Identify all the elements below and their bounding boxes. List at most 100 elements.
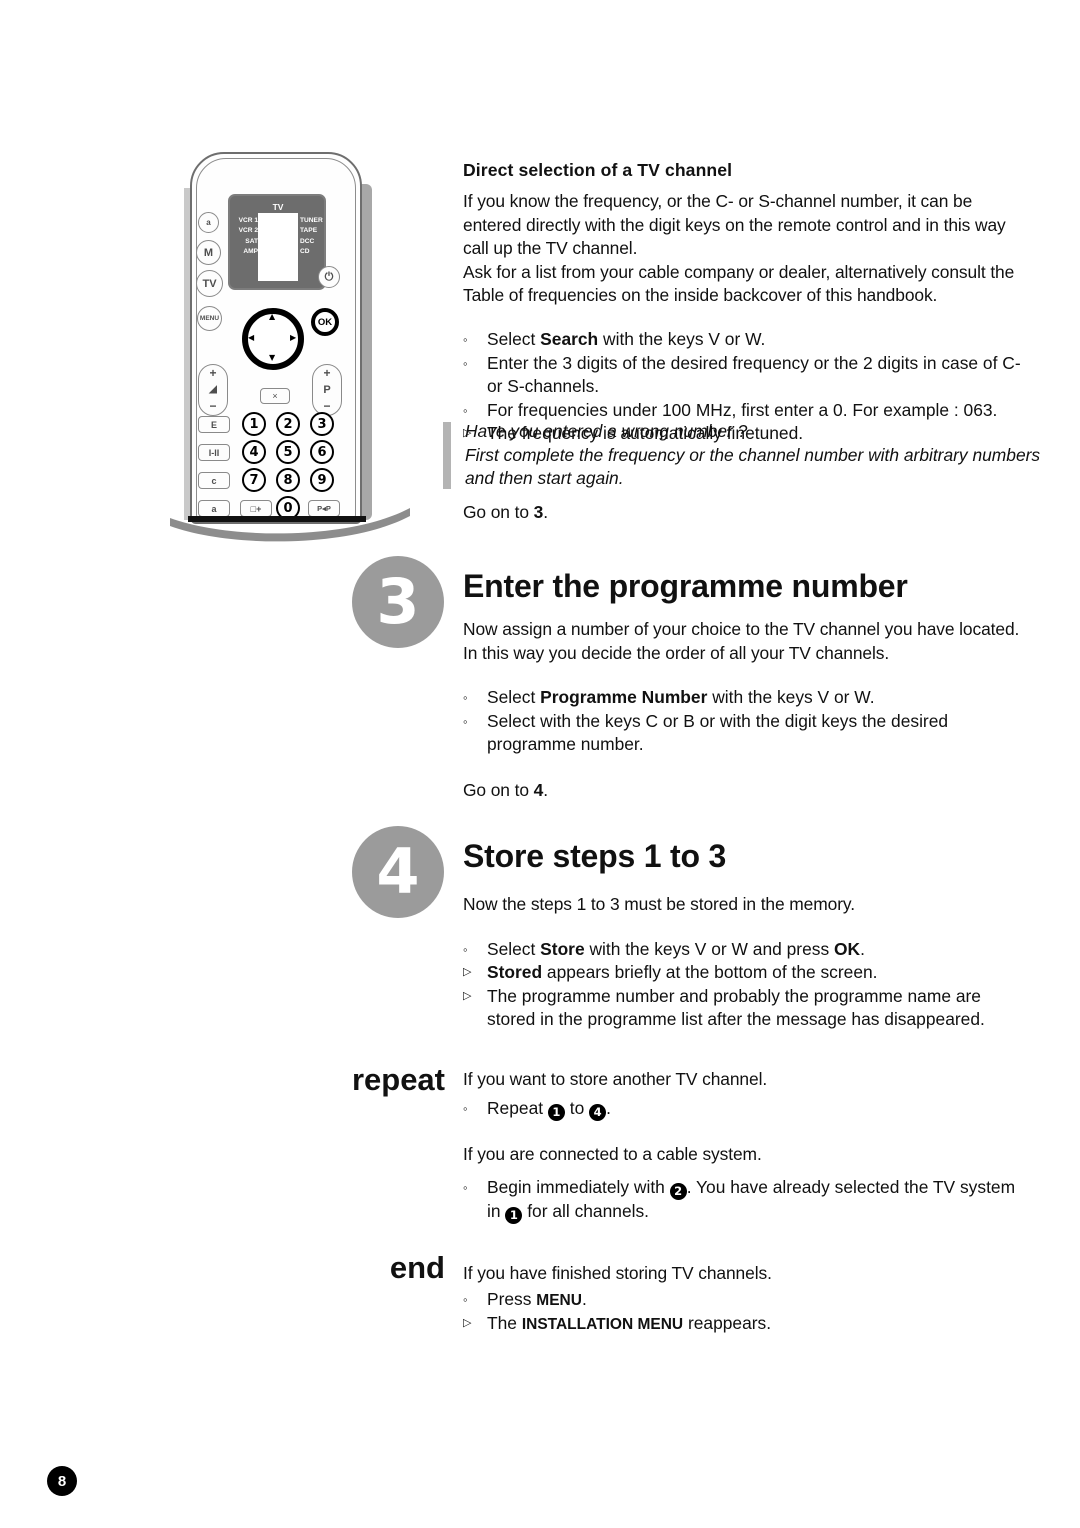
list-item: ◦ Press MENU.: [463, 1288, 1028, 1313]
remote-key-i-ii: I-II: [198, 444, 230, 461]
step-4-section: Now the steps 1 to 3 must be stored in t…: [463, 893, 1028, 1032]
remote-digit-6: 6: [310, 440, 334, 464]
repeat-bullet-list-1: ◦ Repeat 1 to 4.: [463, 1097, 1028, 1121]
remote-programme-rocker: + P −: [312, 364, 342, 416]
list-item-text-bold: Store: [540, 938, 585, 959]
bullet-circle-icon: ◦: [463, 690, 468, 706]
end-bullet1-post: .: [581, 1288, 587, 1309]
volume-plus-label: +: [209, 366, 217, 380]
remote-tv-button: TV: [196, 270, 223, 297]
bullet-triangle-icon: ▷: [463, 1317, 472, 1330]
step-3-paragraph: Now assign a number of your choice to th…: [463, 619, 1020, 663]
end-bullet1-pre: Press: [487, 1288, 537, 1309]
repeat-bullet2-post: for all channels.: [522, 1201, 650, 1222]
cursor-down-icon: ▼: [269, 353, 276, 362]
intro-section: Direct selection of a TV channel If you …: [463, 160, 1033, 446]
end-bullet2-post: reappears.: [683, 1313, 772, 1334]
list-item-text-pre: Select: [487, 687, 541, 708]
list-item: ◦ Select Store with the keys V or W and …: [463, 938, 1028, 962]
repeat-bullet-list-2: ◦ Begin immediately with 2. You have alr…: [463, 1176, 1028, 1225]
list-item-text-bold-2: OK: [834, 938, 861, 959]
remote-ok-button: OK: [311, 308, 339, 336]
list-item: ◦ For frequencies under 100 MHz, first e…: [463, 399, 1033, 423]
note-line-2: First complete the frequency or the chan…: [465, 444, 1041, 489]
bullet-circle-icon: ◦: [463, 402, 468, 418]
bullet-circle-icon: ◦: [463, 941, 468, 957]
note-accent-bar: [443, 422, 451, 489]
list-item-text-post: with the keys V or W.: [707, 687, 875, 708]
bullet-circle-icon: ◦: [463, 1291, 468, 1307]
remote-digit-4: 4: [242, 440, 266, 464]
note-line-1: Have you entered a wrong number ?: [465, 421, 748, 441]
repeat-line-2: If you are connected to a cable system.: [463, 1143, 762, 1164]
remote-digit-9: 9: [310, 468, 334, 492]
list-item-text-mid: with the keys V or W and press: [584, 938, 834, 959]
device-label: VCR 2: [238, 227, 258, 235]
list-item: ▷ The INSTALLATION MENU reappears.: [463, 1312, 1028, 1337]
list-item: ◦ Select with the keys C or B or with th…: [463, 710, 1028, 757]
programme-label: P: [323, 383, 331, 396]
list-item-text-pre: Select: [487, 938, 541, 959]
intro-note: Have you entered a wrong number ? First …: [443, 420, 1047, 491]
list-item-text: The programme number and probably the pr…: [487, 985, 985, 1030]
device-label: VCR 1: [238, 217, 258, 224]
device-label: TUNER: [300, 217, 323, 224]
step-3-badge: 3: [352, 556, 444, 648]
list-item-text: Select with the keys C or B or with the …: [487, 710, 949, 755]
list-item-text-bold: Search: [540, 328, 599, 349]
step-3-section: Now assign a number of your choice to th…: [463, 618, 1028, 803]
cursor-up-icon: ▲: [269, 312, 276, 321]
step-4-bullet-list: ◦ Select Store with the keys V or W and …: [463, 938, 1028, 1032]
volume-icon: ◢: [209, 384, 217, 395]
bullet-circle-icon: ◦: [463, 331, 468, 347]
remote-select-button: a: [198, 212, 219, 233]
inline-step-number-1: 1: [547, 1103, 565, 1121]
inline-step-number-4: 4: [589, 1103, 607, 1121]
end-bullet1-bold: MENU: [536, 1291, 582, 1309]
end-bullet2-bold: INSTALLATION MENU: [521, 1316, 684, 1334]
remote-key-c: c: [198, 472, 230, 489]
bullet-circle-icon: ◦: [463, 355, 468, 371]
device-label: CD: [300, 248, 310, 256]
device-label: AMP: [243, 248, 258, 256]
intro-heading: Direct selection of a TV channel: [463, 160, 733, 180]
end-line-1: If you have finished storing TV channels…: [463, 1263, 772, 1283]
repeat-line-1: If you want to store another TV channel.: [463, 1069, 768, 1089]
repeat-label: repeat: [351, 1062, 445, 1097]
goon-step: 3: [533, 502, 544, 522]
inline-step-number-2: 2: [669, 1183, 687, 1201]
list-item-text-bold: Programme Number: [540, 687, 708, 708]
end-bullet-list: ◦ Press MENU. ▷ The INSTALLATION MENU re…: [463, 1288, 1028, 1337]
remote-digit-7: 7: [242, 468, 266, 492]
bullet-circle-icon: ◦: [463, 1180, 468, 1196]
remote-display-right-devices: TUNER TAPE DCC CD: [300, 216, 326, 258]
goon-post: .: [543, 502, 548, 522]
bullet-circle-icon: ◦: [463, 1100, 468, 1116]
goon-step: 4: [533, 779, 544, 800]
goon-pre: Go on to: [463, 502, 534, 522]
remote-digit-1: 1: [242, 412, 266, 436]
repeat-section: If you want to store another TV channel.…: [463, 1068, 1028, 1225]
inline-step-number-1b: 1: [505, 1207, 523, 1225]
list-item-text-bold: Stored: [487, 962, 543, 983]
cursor-right-icon: ▶: [290, 333, 297, 342]
remote-display-screen: [258, 203, 298, 281]
remote-volume-rocker: + ◢ −: [198, 364, 228, 416]
remote-power-button: ⏻: [318, 266, 340, 288]
remote-mute-button: ×: [260, 388, 290, 404]
page-fold-curve: [170, 508, 410, 542]
device-label: TAPE: [300, 227, 318, 235]
bullet-triangle-icon: ▷: [463, 966, 472, 979]
remote-digit-8: 8: [276, 468, 300, 492]
intro-paragraph-2: Ask for a list from your cable company o…: [463, 261, 1015, 306]
list-item: ▷ Stored appears briefly at the bottom o…: [463, 961, 1028, 985]
cursor-left-icon: ◀: [248, 333, 255, 342]
bullet-triangle-icon: ▷: [463, 989, 472, 1002]
remote-display-left-devices: VCR 1 VCR 2 SAT AMP: [232, 216, 258, 258]
bullet-circle-icon: ◦: [463, 713, 468, 729]
remote-digit-3: 3: [310, 412, 334, 436]
list-item-text: For frequencies under 100 MHz, first ent…: [487, 399, 998, 420]
step-3-goon: Go on to 4.: [463, 779, 1028, 803]
device-label: SAT: [245, 237, 258, 245]
list-item-text-post: appears briefly at the bottom of the scr…: [542, 962, 878, 983]
